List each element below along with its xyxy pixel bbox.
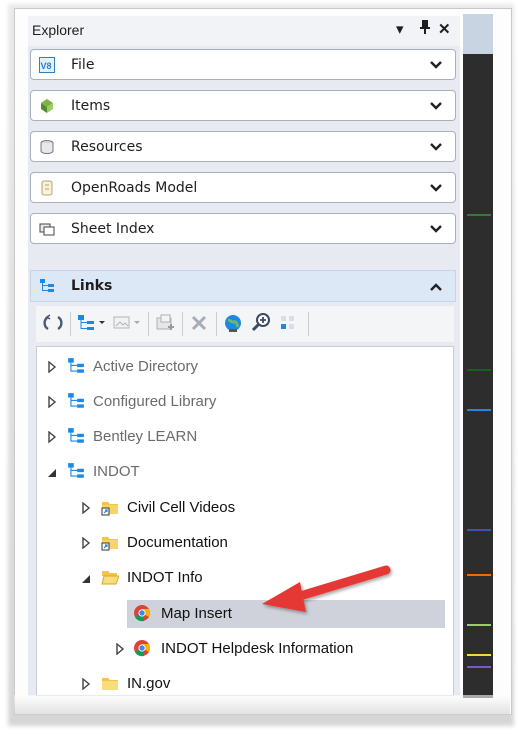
- expand-triangle-icon[interactable]: [81, 501, 91, 515]
- view-tab-edge: [463, 14, 493, 54]
- collapse-triangle-icon[interactable]: [81, 572, 91, 584]
- toolbar-separator: [216, 312, 217, 336]
- section-openroads-model-label: OpenRoads Model: [71, 180, 198, 196]
- tree-node-indot[interactable]: INDOT: [37, 458, 453, 486]
- add-link-icon[interactable]: [76, 312, 110, 334]
- tree-node-bentley-learn[interactable]: Bentley LEARN: [37, 423, 453, 451]
- tree-node-label: Documentation: [127, 534, 228, 551]
- v8-file-icon: V8: [39, 57, 55, 73]
- tree-node-label: IN.gov: [127, 675, 171, 692]
- explorer-titlebar: Explorer ▾ ✕: [28, 16, 460, 46]
- tree-node-in-gov[interactable]: IN.gov: [37, 670, 453, 698]
- tree-node-active-directory[interactable]: Active Directory: [37, 353, 453, 381]
- section-sheet-index[interactable]: Sheet Index: [30, 213, 456, 244]
- tree-node-label: Configured Library: [93, 393, 217, 410]
- tree-node-documentation[interactable]: Documentation: [37, 529, 453, 557]
- link-tree-icon: [67, 392, 85, 410]
- explorer-title: Explorer: [32, 22, 85, 38]
- expand-triangle-icon[interactable]: [81, 677, 91, 691]
- links-tree: Active Directory Configured Library Bent…: [36, 346, 454, 696]
- tree-node-configured-library[interactable]: Configured Library: [37, 388, 453, 416]
- chevron-down-icon[interactable]: [429, 140, 443, 154]
- dropdown-icon[interactable]: ▾: [396, 20, 404, 38]
- section-resources[interactable]: Resources: [30, 131, 456, 162]
- expand-triangle-icon[interactable]: [115, 642, 125, 656]
- tree-node-label: Active Directory: [93, 358, 199, 375]
- tree-node-label: Map Insert: [161, 605, 232, 622]
- chevron-up-icon[interactable]: [429, 280, 443, 299]
- view-line: [467, 214, 491, 216]
- section-openroads-model[interactable]: OpenRoads Model: [30, 172, 456, 203]
- folder-open-icon: [101, 568, 120, 586]
- tree-node-label: INDOT Info: [127, 569, 203, 586]
- chevron-down-icon[interactable]: [429, 58, 443, 72]
- tree-node-label: Civil Cell Videos: [127, 499, 236, 516]
- tree-node-indot-helpdesk-information[interactable]: INDOT Helpdesk Information: [37, 635, 453, 663]
- toolbar-separator: [308, 312, 309, 336]
- toolbar-separator: [182, 312, 183, 336]
- section-sheet-index-label: Sheet Index: [71, 221, 155, 237]
- openroads-model-icon: [39, 180, 55, 196]
- globe-icon[interactable]: [222, 312, 244, 334]
- chrome-icon: [133, 639, 151, 657]
- chrome-icon: [133, 604, 151, 622]
- zoom-icon[interactable]: [250, 312, 272, 334]
- section-links-label: Links: [71, 278, 113, 294]
- grid-icon[interactable]: [278, 312, 300, 334]
- tree-node-map-insert[interactable]: Map Insert: [127, 600, 445, 628]
- view-line: [467, 654, 491, 656]
- sheet-index-icon: [39, 221, 55, 237]
- link-tree-icon: [67, 427, 85, 445]
- link-tree-icon: [39, 278, 55, 299]
- view-line: [467, 624, 491, 626]
- image-link-icon[interactable]: [112, 312, 146, 334]
- chevron-down-icon[interactable]: [429, 99, 443, 113]
- tree-node-label: Bentley LEARN: [93, 428, 198, 445]
- link-tree-icon: [67, 357, 85, 375]
- section-file-label: File: [71, 57, 95, 73]
- expand-triangle-icon[interactable]: [47, 360, 57, 374]
- items-icon: [39, 98, 55, 114]
- collapse-triangle-icon[interactable]: [47, 466, 57, 478]
- window-bottom-shade: [14, 695, 510, 715]
- section-items[interactable]: Items: [30, 90, 456, 121]
- tree-node-label: INDOT: [93, 463, 140, 480]
- chevron-down-icon[interactable]: [429, 222, 443, 236]
- tree-node-civil-cell-videos[interactable]: Civil Cell Videos: [37, 494, 453, 522]
- explorer-panel: Explorer ▾ ✕ V8 File Items Resources Ope…: [28, 16, 460, 696]
- tree-node-label: INDOT Helpdesk Information: [161, 640, 354, 657]
- view-line: [467, 574, 491, 576]
- expand-triangle-icon[interactable]: [47, 430, 57, 444]
- view-line: [467, 409, 491, 411]
- folder-shortcut-icon: [101, 498, 119, 516]
- section-items-label: Items: [71, 98, 111, 114]
- section-links[interactable]: Links: [30, 270, 456, 302]
- pin-icon[interactable]: [418, 19, 432, 39]
- link-tree-icon: [67, 462, 85, 480]
- svg-text:V8: V8: [41, 61, 52, 71]
- resources-icon: [39, 139, 55, 155]
- view-line: [467, 529, 491, 531]
- toolbar-separator: [70, 312, 71, 336]
- section-file[interactable]: V8 File: [30, 49, 456, 80]
- chevron-down-icon[interactable]: [429, 181, 443, 195]
- tree-node-indot-info[interactable]: INDOT Info: [37, 564, 453, 592]
- delete-icon[interactable]: [188, 312, 210, 334]
- folder-shortcut-icon: [101, 533, 119, 551]
- section-resources-label: Resources: [71, 139, 143, 155]
- view-line: [467, 666, 491, 668]
- expand-triangle-icon[interactable]: [81, 536, 91, 550]
- view-line: [467, 369, 491, 371]
- refresh-icon[interactable]: [42, 312, 64, 334]
- insert-icon[interactable]: [154, 312, 176, 334]
- drawing-view-edge: [463, 14, 493, 698]
- expand-triangle-icon[interactable]: [47, 395, 57, 409]
- links-toolbar: [36, 306, 454, 342]
- close-icon[interactable]: ✕: [438, 20, 451, 38]
- folder-icon: [101, 674, 119, 692]
- toolbar-separator: [148, 312, 149, 336]
